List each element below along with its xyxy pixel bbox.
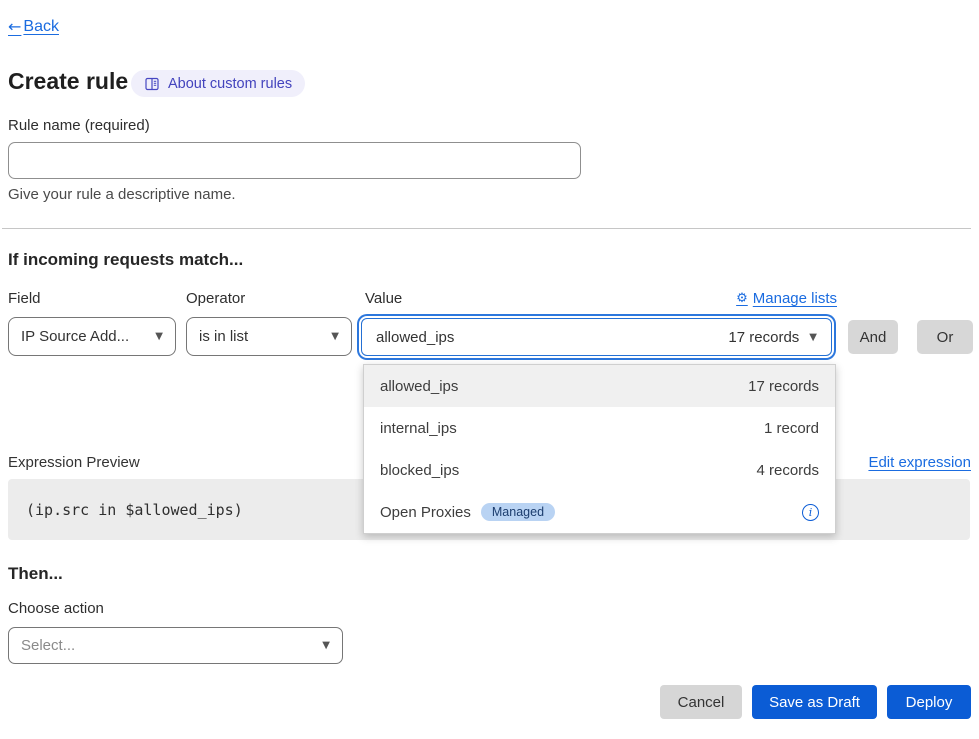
chevron-down-icon: ▼ xyxy=(322,640,330,651)
value-column-label: Value xyxy=(365,290,402,307)
and-button[interactable]: And xyxy=(848,320,898,354)
section-divider xyxy=(2,228,971,229)
list-option-internal-ips[interactable]: internal_ips 1 record xyxy=(364,407,835,449)
field-column-label: Field xyxy=(8,290,41,307)
action-select[interactable]: Select... ▼ xyxy=(8,627,343,664)
value-select-record-count: 17 records xyxy=(728,329,799,346)
operator-column-label: Operator xyxy=(186,290,245,307)
expression-preview-label: Expression Preview xyxy=(8,454,140,471)
about-custom-rules-badge[interactable]: About custom rules xyxy=(131,70,305,97)
value-select[interactable]: allowed_ips 17 records ▼ xyxy=(361,318,832,356)
edit-expression-link[interactable]: Edit expression xyxy=(868,454,971,471)
cancel-button[interactable]: Cancel xyxy=(660,685,742,719)
list-option-name: Open Proxies xyxy=(380,504,471,521)
chevron-down-icon: ▼ xyxy=(155,331,163,342)
back-link-label: Back xyxy=(23,18,59,36)
managed-badge: Managed xyxy=(481,503,555,522)
list-option-blocked-ips[interactable]: blocked_ips 4 records xyxy=(364,449,835,491)
deploy-button[interactable]: Deploy xyxy=(887,685,971,719)
chevron-down-icon: ▼ xyxy=(809,332,817,343)
then-section-heading: Then... xyxy=(8,564,63,584)
info-icon[interactable]: i xyxy=(802,504,819,521)
list-option-record-count: 4 records xyxy=(756,462,819,479)
action-select-placeholder: Select... xyxy=(21,637,75,654)
list-option-record-count: 1 record xyxy=(764,420,819,437)
save-as-draft-button[interactable]: Save as Draft xyxy=(752,685,877,719)
rule-name-input[interactable] xyxy=(8,142,581,179)
match-section-heading: If incoming requests match... xyxy=(8,250,243,270)
value-dropdown-menu: allowed_ips 17 records internal_ips 1 re… xyxy=(363,364,836,534)
list-option-open-proxies[interactable]: Open Proxies Managed i xyxy=(364,491,835,533)
list-option-name: allowed_ips xyxy=(380,378,458,395)
back-arrow-icon: ← xyxy=(8,17,21,36)
list-option-name: internal_ips xyxy=(380,420,457,437)
choose-action-label: Choose action xyxy=(8,600,104,617)
gear-icon: ⚙ xyxy=(736,291,748,306)
manage-lists-link[interactable]: ⚙ Manage lists xyxy=(736,290,837,307)
manage-lists-label: Manage lists xyxy=(753,290,837,307)
operator-select-value: is in list xyxy=(199,328,248,345)
back-link[interactable]: ← Back xyxy=(8,17,59,36)
create-rule-page: ← Back Create rule About custom rules Ru… xyxy=(0,0,979,739)
field-select[interactable]: IP Source Add... ▼ xyxy=(8,317,176,356)
about-badge-label: About custom rules xyxy=(168,76,292,92)
page-title: Create rule xyxy=(8,68,128,95)
rule-name-helper-text: Give your rule a descriptive name. xyxy=(8,186,236,203)
list-option-name: blocked_ips xyxy=(380,462,459,479)
book-icon xyxy=(144,76,160,92)
value-select-selected: allowed_ips xyxy=(376,329,454,346)
list-option-record-count: 17 records xyxy=(748,378,819,395)
operator-select[interactable]: is in list ▼ xyxy=(186,317,352,356)
or-button[interactable]: Or xyxy=(917,320,973,354)
field-select-value: IP Source Add... xyxy=(21,328,129,345)
rule-name-label: Rule name (required) xyxy=(8,117,150,134)
chevron-down-icon: ▼ xyxy=(331,331,339,342)
list-option-allowed-ips[interactable]: allowed_ips 17 records xyxy=(364,365,835,407)
expression-code: (ip.src in $allowed_ips) xyxy=(26,501,243,519)
